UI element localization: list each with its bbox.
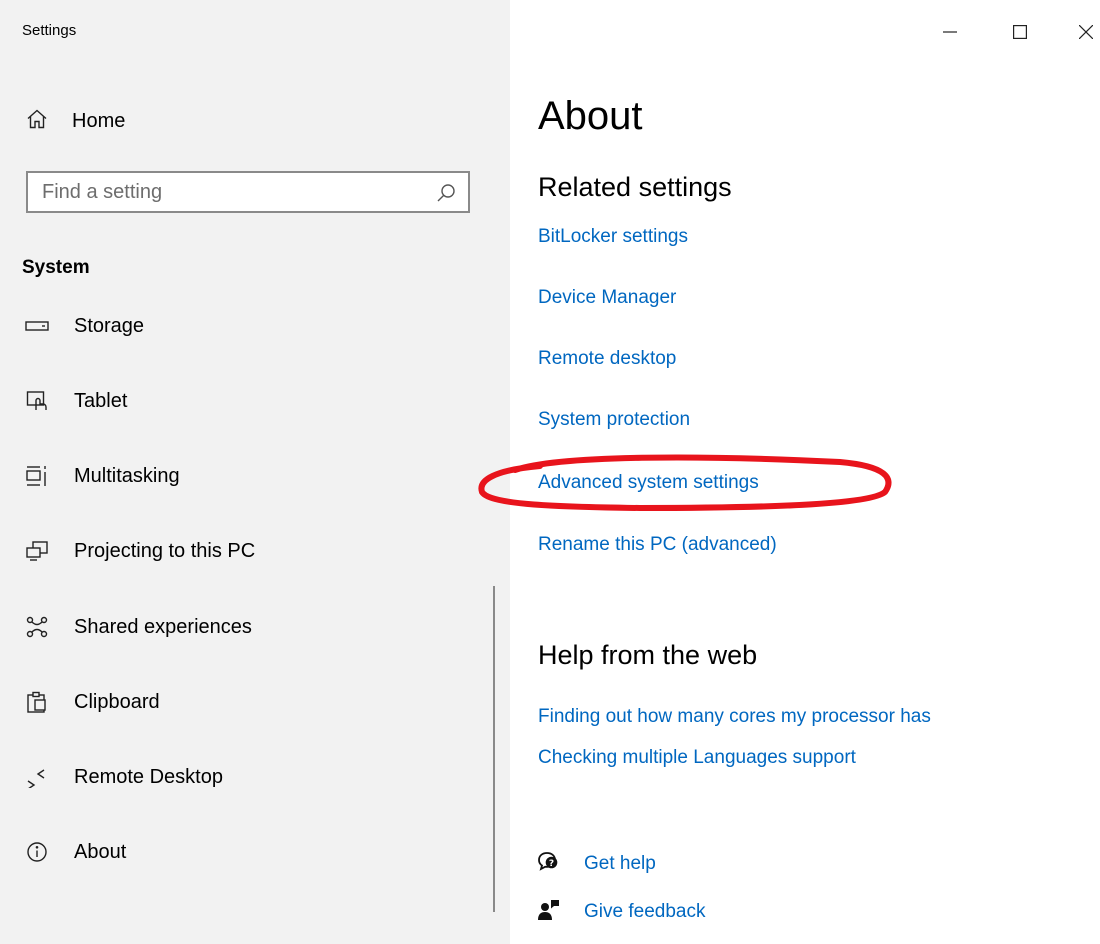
sidebar-item-projecting[interactable]: Projecting to this PC [22, 531, 482, 571]
link-rename-this-pc[interactable]: Rename this PC (advanced) [538, 534, 777, 556]
sidebar-item-label: Storage [74, 314, 145, 337]
sidebar-item-clipboard[interactable]: Clipboard [22, 682, 482, 722]
link-languages-support[interactable]: Checking multiple Languages support [538, 747, 856, 769]
search-icon[interactable] [436, 183, 456, 208]
sidebar-item-label: Multitasking [74, 464, 180, 487]
related-settings-heading: Related settings [538, 172, 732, 202]
get-help-row[interactable]: ? Get help [538, 848, 656, 880]
sidebar-item-tablet[interactable]: Tablet [22, 381, 482, 421]
link-device-manager[interactable]: Device Manager [538, 287, 676, 309]
give-feedback-row[interactable]: Give feedback [538, 896, 705, 928]
give-feedback-link[interactable]: Give feedback [584, 901, 705, 923]
storage-icon [22, 311, 52, 341]
link-remote-desktop[interactable]: Remote desktop [538, 348, 676, 370]
get-help-icon: ? [538, 851, 560, 877]
sidebar-item-label: Tablet [74, 389, 128, 412]
close-icon [1079, 25, 1093, 39]
sidebar-item-label: Clipboard [74, 690, 160, 713]
section-title-system: System [22, 257, 90, 278]
link-advanced-system-settings[interactable]: Advanced system settings [538, 472, 759, 494]
app-title: Settings [22, 22, 77, 39]
link-system-protection[interactable]: System protection [538, 409, 690, 431]
shared-experiences-icon [22, 612, 52, 642]
sidebar-item-remote-desktop[interactable]: Remote Desktop [22, 757, 482, 797]
tablet-icon [22, 386, 52, 416]
sidebar-item-label: Projecting to this PC [74, 539, 256, 562]
remote-desktop-icon [22, 762, 52, 792]
clipboard-icon [22, 687, 52, 717]
sidebar: Settings Home System Storage [0, 0, 510, 944]
give-feedback-icon [538, 899, 560, 926]
info-icon [22, 837, 52, 867]
search-input[interactable] [28, 174, 422, 210]
get-help-link[interactable]: Get help [584, 853, 656, 875]
sidebar-item-label: Shared experiences [74, 615, 252, 638]
scrollbar[interactable] [493, 586, 495, 912]
sidebar-item-about[interactable]: About [22, 832, 482, 872]
sidebar-item-shared-experiences[interactable]: Shared experiences [22, 607, 482, 647]
sidebar-item-storage[interactable]: Storage [22, 306, 482, 346]
maximize-icon [1013, 25, 1027, 39]
home-label: Home [72, 109, 126, 132]
minimize-button[interactable] [930, 14, 970, 50]
minimize-icon [943, 25, 957, 39]
search-box[interactable] [26, 171, 470, 213]
main-content: About Related settings BitLocker setting… [510, 0, 1100, 944]
sidebar-item-label: Remote Desktop [74, 765, 223, 788]
svg-text:?: ? [549, 859, 554, 869]
sidebar-item-label: About [74, 840, 127, 863]
home-icon [26, 108, 48, 135]
home-nav-item[interactable]: Home [26, 104, 125, 138]
page-title: About [538, 94, 643, 138]
link-processor-cores[interactable]: Finding out how many cores my processor … [538, 706, 931, 728]
close-button[interactable] [1066, 14, 1100, 50]
help-from-web-heading: Help from the web [538, 640, 758, 670]
maximize-button[interactable] [1000, 14, 1040, 50]
link-bitlocker-settings[interactable]: BitLocker settings [538, 226, 688, 248]
sidebar-item-multitasking[interactable]: Multitasking [22, 456, 482, 496]
projecting-icon [22, 536, 52, 566]
multitasking-icon [22, 461, 52, 491]
